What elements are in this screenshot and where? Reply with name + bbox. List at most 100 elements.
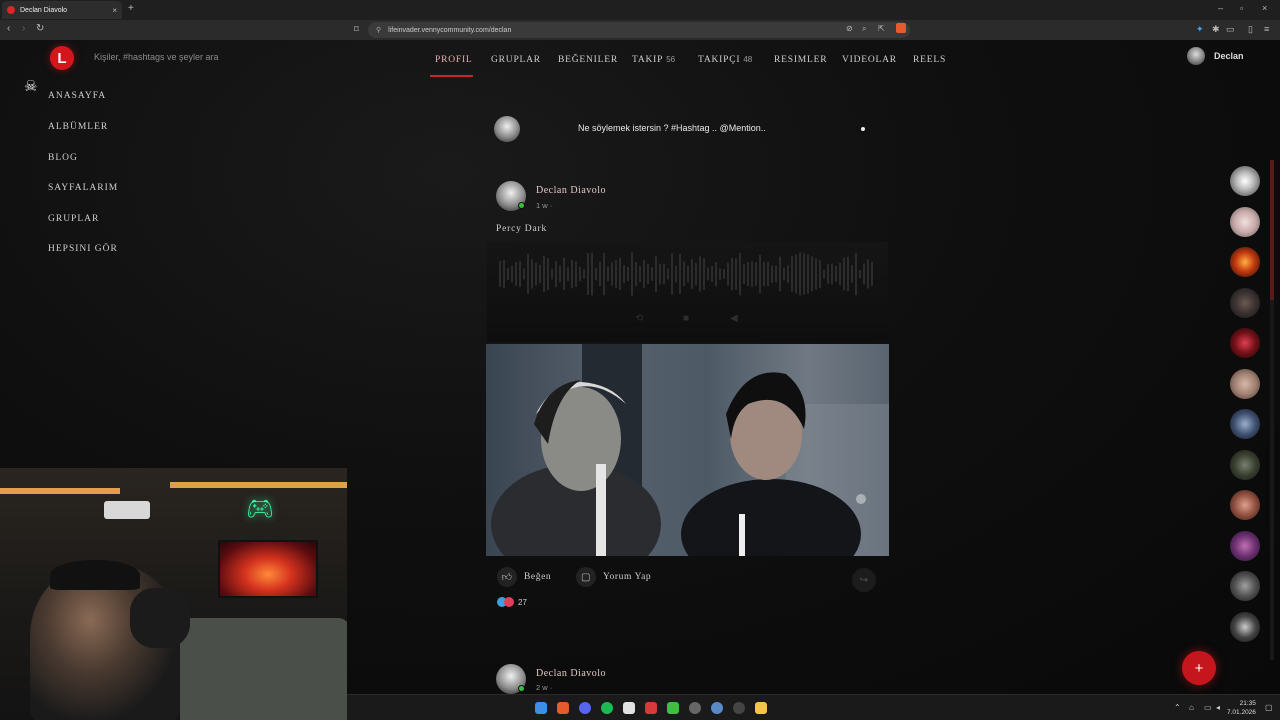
waveform-bar (555, 261, 557, 287)
sidebar-item-anasayfa[interactable]: Anasayfa (48, 91, 106, 101)
tab-close-icon[interactable]: × (112, 6, 117, 15)
network-icon[interactable]: ⌂ (1189, 703, 1194, 712)
search-input[interactable]: Kişiler, #hashtags ve şeyler ara (94, 52, 219, 62)
folder-taskbar-icon[interactable] (755, 702, 767, 714)
online-list-scrollbar[interactable] (1270, 160, 1274, 660)
comment-button[interactable]: ▢ Yorum Yap (576, 567, 651, 587)
spotify-taskbar-icon[interactable] (601, 702, 613, 714)
online-user-avatar[interactable] (1230, 328, 1260, 358)
site-info-icon[interactable]: ⚲ (376, 26, 381, 34)
online-user-avatar[interactable] (1230, 490, 1260, 520)
rewind-icon[interactable]: ⟲ (635, 313, 643, 324)
bookmark-icon[interactable]: ⌑ (354, 24, 359, 35)
skull-icon[interactable]: ☠ (24, 77, 37, 95)
settings-taskbar-icon[interactable] (711, 702, 723, 714)
like-button[interactable]: 👍︎ Beğen (497, 567, 551, 587)
waveform-bar (703, 258, 705, 290)
tab-resimler[interactable]: Resimler (774, 55, 827, 65)
waveform-bar (771, 265, 773, 283)
online-user-avatar[interactable] (1230, 450, 1260, 480)
site-logo[interactable]: L (50, 46, 74, 70)
app-taskbar-icon[interactable] (689, 702, 701, 714)
online-user-avatar[interactable] (1230, 612, 1260, 642)
display-icon[interactable]: ▭ (1204, 703, 1212, 712)
waveform-bar (779, 256, 781, 292)
online-user-avatar[interactable] (1230, 166, 1260, 196)
translate-icon[interactable]: ⊘ (846, 24, 853, 33)
back-button[interactable]: ‹ (7, 23, 10, 34)
tab-videolar[interactable]: Videolar (842, 55, 897, 65)
app-taskbar-icon[interactable] (733, 702, 745, 714)
tray-chevron-icon[interactable]: ⌃ (1174, 703, 1181, 712)
user-avatar[interactable] (1187, 47, 1205, 65)
minimize-button[interactable]: – (1218, 3, 1223, 13)
notes-taskbar-icon[interactable] (623, 702, 635, 714)
post-composer-input[interactable]: Ne söylemek istersin ? #Hashtag .. @Ment… (578, 123, 766, 133)
volume-tray-icon[interactable]: ◂ (1216, 703, 1220, 712)
online-user-avatar[interactable] (1230, 571, 1260, 601)
sidebar-item-hepsini-gor[interactable]: Hepsini gör (48, 244, 118, 254)
post-timestamp[interactable]: 2 w · (536, 683, 552, 692)
waveform-bar (783, 267, 785, 281)
online-user-avatar[interactable] (1230, 288, 1260, 318)
waveform-bar (811, 256, 813, 292)
post-image[interactable] (486, 344, 889, 556)
address-bar[interactable]: ⚲ lifeinvader.vennycommunity.com/declan … (368, 22, 910, 38)
waveform-bar (735, 258, 737, 290)
tab-gruplar[interactable]: Gruplar (491, 55, 541, 65)
wallet-icon[interactable]: ▭ (1226, 24, 1235, 35)
love-reaction-icon (504, 597, 514, 607)
waveform-bar (619, 257, 621, 291)
close-window-button[interactable]: × (1262, 3, 1267, 13)
taskbar-clock[interactable]: 21:35 7.01.2026 (1227, 699, 1256, 717)
create-post-button[interactable]: + (1182, 651, 1216, 685)
waveform-bar (711, 265, 713, 283)
sidebar-item-sayfalarim[interactable]: Sayfalarım (48, 183, 118, 193)
extensions-icon[interactable]: ✱ (1212, 24, 1220, 35)
forward-button[interactable]: › (22, 23, 25, 34)
tab-profil[interactable]: Profil (435, 55, 473, 65)
browser-tab[interactable]: Declan Diavolo × (2, 1, 122, 19)
notification-icon[interactable]: ▢ (1265, 703, 1273, 712)
online-user-avatar[interactable] (1230, 531, 1260, 561)
start-icon[interactable] (535, 702, 547, 714)
reload-button[interactable]: ↻ (36, 23, 44, 34)
online-user-avatar[interactable] (1230, 207, 1260, 237)
media-taskbar-icon[interactable] (645, 702, 657, 714)
volume-icon[interactable]: ◀ (730, 313, 738, 324)
maximize-button[interactable]: ▫ (1240, 3, 1243, 13)
sidebar-item-albumler[interactable]: Albümler (48, 122, 108, 132)
tab-reels[interactable]: Reels (913, 55, 946, 65)
waveform-bar (827, 264, 829, 284)
menu-icon[interactable]: ≡ (1264, 24, 1269, 34)
share-button[interactable]: ↪ (852, 568, 876, 592)
takip-count: 56 (666, 55, 676, 64)
post-author-name[interactable]: Declan Diavolo (536, 185, 606, 196)
discord-taskbar-icon[interactable] (579, 702, 591, 714)
user-name[interactable]: Declan (1214, 51, 1244, 61)
audio-waveform[interactable] (499, 250, 874, 298)
new-tab-button[interactable]: + (128, 3, 134, 14)
brave-shield-icon[interactable] (896, 23, 906, 33)
waveform-bar (747, 262, 749, 286)
play-icon[interactable]: ■ (683, 313, 689, 324)
share-icon[interactable]: ⇱ (878, 24, 885, 33)
reaction-summary[interactable]: 27 (497, 597, 527, 607)
waveform-bar (743, 264, 745, 284)
tab-begeniler[interactable]: Beğeniler (558, 55, 618, 65)
play-taskbar-icon[interactable] (667, 702, 679, 714)
zoom-icon[interactable]: ⌕ (862, 24, 866, 34)
online-user-avatar[interactable] (1230, 369, 1260, 399)
extension-icon[interactable]: ✦ (1196, 24, 1204, 35)
online-user-avatar[interactable] (1230, 247, 1260, 277)
post-timestamp[interactable]: 1 w · (536, 201, 552, 210)
tab-takip[interactable]: Takip 56 (632, 55, 675, 65)
sidebar-toggle-icon[interactable]: ▯ (1248, 24, 1253, 35)
post-author-name[interactable]: Declan Diavolo (536, 668, 606, 679)
sidebar-item-blog[interactable]: Blog (48, 153, 78, 163)
brave-taskbar-icon[interactable] (557, 702, 569, 714)
sidebar-item-gruplar[interactable]: Gruplar (48, 214, 99, 224)
online-user-avatar[interactable] (1230, 409, 1260, 439)
waveform-bar (755, 262, 757, 286)
tab-takipci[interactable]: Takipçi 48 (698, 55, 752, 65)
